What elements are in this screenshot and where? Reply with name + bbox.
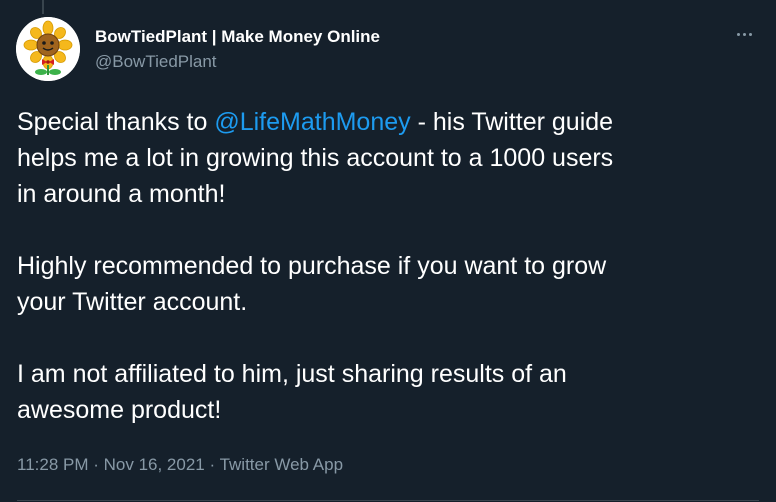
author-handle[interactable]: @BowTiedPlant: [95, 52, 380, 72]
tweet-text-line: I am not affiliated to him, just sharing…: [17, 360, 567, 388]
tweet-text-line: awesome product!: [17, 396, 222, 424]
tweet-metadata: 11:28 PM · Nov 16, 2021 · Twitter Web Ap…: [17, 455, 343, 475]
sunflower-avatar-icon: [16, 17, 80, 81]
tweet-date-link[interactable]: Nov 16, 2021: [104, 455, 205, 474]
more-dot: [742, 32, 746, 36]
author-avatar[interactable]: [16, 17, 80, 81]
tweet-text-segment: Special thanks to: [17, 108, 215, 136]
tweet-time-link[interactable]: 11:28 PM: [17, 455, 89, 474]
tweet-text-segment: - his Twitter guide: [410, 108, 614, 136]
author-info[interactable]: BowTiedPlant | Make Money Online @BowTie…: [95, 27, 380, 72]
tweet-text-line: in around a month!: [17, 180, 226, 208]
mention-link[interactable]: @LifeMathMoney: [214, 108, 410, 136]
tweet: BowTiedPlant | Make Money Online @BowTie…: [0, 0, 776, 502]
author-display-name[interactable]: BowTiedPlant | Make Money Online: [95, 27, 380, 47]
meta-separator: ·: [204, 455, 220, 474]
tweet-text-line: helps me a lot in growing this account t…: [17, 144, 614, 172]
more-dot: [748, 32, 752, 36]
more-dot: [736, 32, 740, 36]
more-options-icon[interactable]: [730, 22, 758, 46]
tweet-text-line: Highly recommended to purchase if you wa…: [17, 252, 607, 280]
tweet-text: Special thanks to @LifeMathMoney - his T…: [17, 104, 757, 428]
tweet-text-line: Special thanks to @LifeMathMoney - his T…: [17, 104, 757, 140]
divider: [17, 500, 759, 501]
tweet-source-link[interactable]: Twitter Web App: [220, 455, 343, 474]
meta-separator: ·: [88, 455, 104, 474]
tweet-text-line: your Twitter account.: [17, 288, 248, 316]
